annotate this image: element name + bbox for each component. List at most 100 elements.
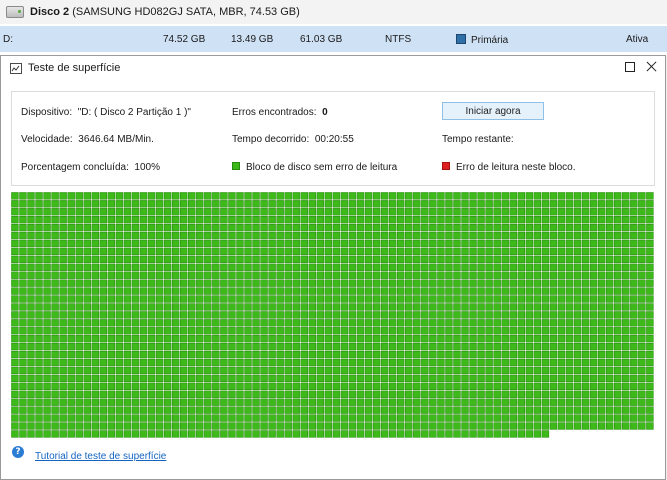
percent-info: Porcentagem concluída: 100% (21, 162, 160, 173)
disk-block (236, 216, 244, 224)
disk-block (332, 208, 341, 216)
disk-header[interactable]: Disco 2 (SAMSUNG HD082GJ SATA, MBR, 74.5… (0, 0, 667, 24)
disk-block (332, 335, 341, 343)
disk-block (91, 223, 100, 232)
disk-block (83, 414, 91, 422)
disk-block (501, 430, 509, 438)
disk-block (179, 200, 188, 208)
disk-block (51, 358, 59, 367)
disk-block (493, 223, 501, 232)
partition-status: Ativa (626, 34, 649, 45)
disk-block (429, 366, 437, 375)
disk-block (565, 192, 574, 200)
disk-block (589, 382, 598, 390)
disk-block (252, 366, 260, 375)
disk-block (396, 295, 405, 303)
partition-used: 13.49 GB (231, 34, 274, 45)
disk-block (380, 271, 389, 279)
help-icon[interactable]: ? (12, 446, 24, 458)
disk-block (405, 287, 413, 295)
disk-block (123, 382, 132, 390)
disk-block (75, 358, 83, 367)
disk-block (204, 263, 212, 271)
disk-block (501, 398, 509, 406)
disk-block (525, 239, 534, 248)
disk-block (461, 247, 469, 256)
disk-block (445, 223, 453, 232)
disk-block (212, 398, 220, 406)
disk-block (429, 406, 437, 414)
disk-block (356, 319, 365, 327)
disk-block (469, 335, 477, 343)
disk-block (131, 271, 140, 279)
disk-block (115, 382, 124, 390)
maximize-icon[interactable] (624, 61, 636, 73)
disk-block (388, 366, 397, 375)
disk-block (630, 287, 638, 295)
disk-block (91, 350, 100, 359)
disk-block (533, 200, 542, 208)
disk-block (99, 263, 108, 271)
disk-block (517, 430, 525, 438)
disk-block (268, 414, 276, 422)
disk-block (372, 374, 381, 383)
disk-block (75, 223, 83, 232)
disk-block (107, 430, 116, 438)
disk-block (638, 216, 646, 224)
disk-block (549, 287, 558, 295)
disk-block (236, 319, 244, 327)
disk-block (83, 311, 91, 319)
disk-block (204, 414, 212, 422)
tutorial-link[interactable]: Tutorial de teste de superfície (35, 451, 166, 462)
disk-block (461, 366, 469, 375)
disk-block (196, 263, 204, 271)
disk-block (605, 311, 614, 319)
disk-block (115, 287, 124, 295)
disk-block (276, 422, 284, 430)
disk-block (413, 247, 421, 256)
disk-block (437, 303, 445, 311)
disk-block (276, 406, 284, 414)
red-block-icon (442, 162, 450, 170)
disk-block (525, 255, 534, 264)
disk-block (11, 430, 19, 438)
disk-block (284, 319, 292, 327)
close-icon[interactable] (646, 61, 658, 73)
disk-block (260, 414, 268, 422)
disk-block (43, 239, 51, 248)
disk-block (228, 263, 236, 271)
disk-block (163, 231, 172, 240)
disk-block (171, 430, 180, 438)
disk-block (27, 382, 35, 390)
disk-block (163, 247, 172, 256)
disk-block (405, 247, 413, 256)
disk-block (332, 216, 341, 224)
disk-block (437, 358, 445, 367)
partition-row[interactable]: D: 74.52 GB 13.49 GB 61.03 GB NTFS Primá… (0, 26, 667, 52)
disk-block (155, 319, 164, 327)
disk-block (630, 216, 638, 224)
disk-block (268, 223, 276, 232)
disk-block (622, 350, 630, 359)
disk-block (421, 223, 429, 232)
disk-block (292, 398, 300, 406)
disk-block (67, 311, 75, 319)
disk-block (19, 358, 27, 367)
disk-block (581, 406, 590, 414)
disk-block (324, 200, 333, 208)
disk-block (252, 422, 260, 430)
start-now-button[interactable]: Iniciar agora (442, 102, 544, 120)
dialog-titlebar[interactable]: Teste de superfície (1, 56, 665, 80)
disk-block (139, 358, 148, 367)
disk-block (525, 414, 534, 422)
disk-block (163, 208, 172, 216)
disk-block (509, 247, 517, 256)
disk-block (284, 366, 292, 375)
disk-block (340, 192, 349, 200)
disk-block (589, 295, 598, 303)
disk-block (163, 271, 172, 279)
disk-block (429, 223, 437, 232)
disk-block (597, 216, 606, 224)
disk-block (171, 208, 180, 216)
disk-block (549, 422, 558, 430)
